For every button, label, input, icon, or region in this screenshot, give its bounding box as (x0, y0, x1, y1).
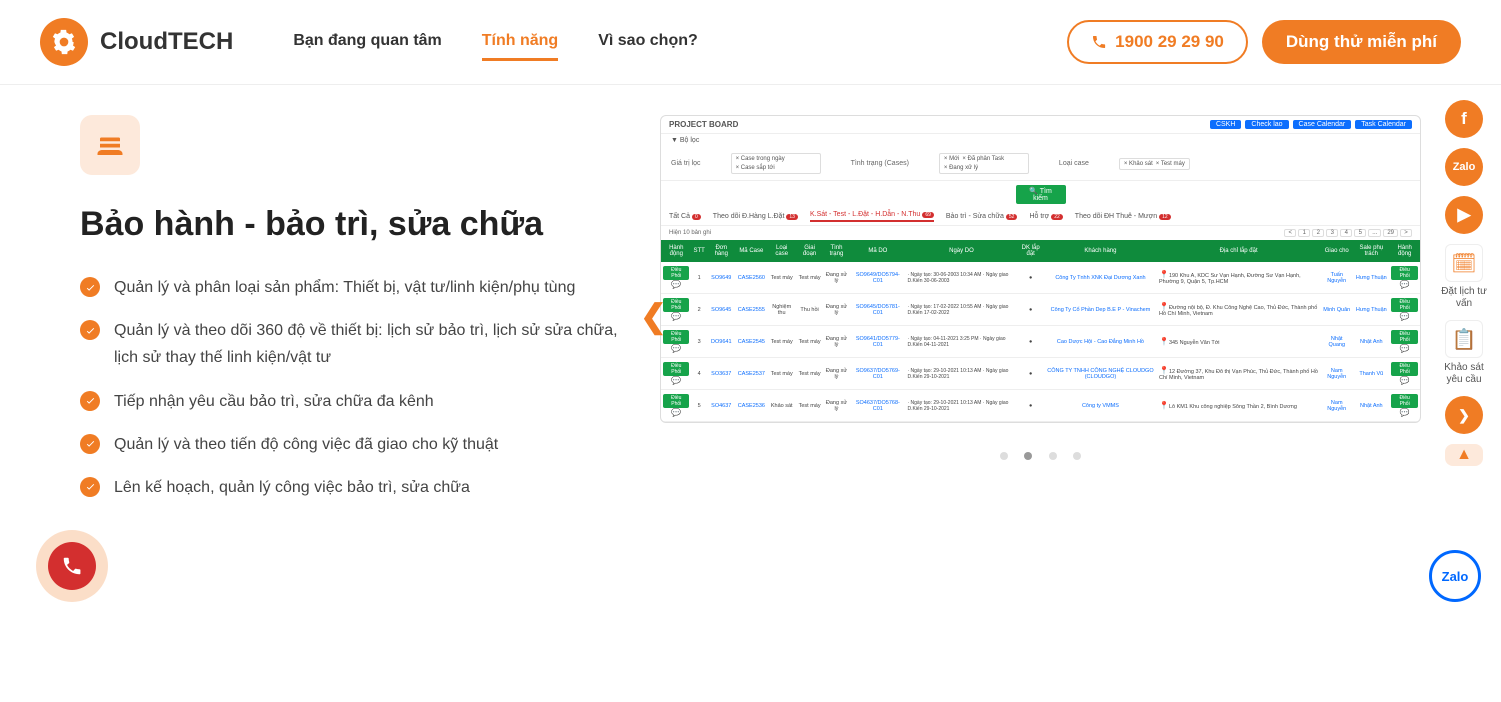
calendar-icon: 🗓 (1445, 244, 1483, 282)
filter-tags-1[interactable]: × Case trong ngày× Case sắp tới (731, 153, 821, 174)
check-icon (80, 477, 100, 497)
ss-tab[interactable]: Bảo trì - Sửa chữa52 (946, 211, 1018, 222)
ss-tab[interactable]: K.Sát - Test - L.Đặt - H.Dẫn - N.Thu69 (810, 211, 934, 222)
check-icon (80, 391, 100, 411)
nav-item-0[interactable]: Bạn đang quan tâm (293, 24, 441, 61)
site-header: CloudTECH Bạn đang quan tâm Tính năng Vì… (0, 0, 1501, 85)
screenshot-panel: ❮ PROJECT BOARD CSKH Check lao Case Cale… (660, 115, 1421, 517)
survey-widget[interactable]: 📋 Khảo sát yêu cầu (1439, 320, 1489, 386)
header-actions: 1900 29 29 90 Dùng thử miễn phí (1067, 20, 1461, 64)
ss-toolbar: Hiện 10 bản ghi <12345...29> (661, 226, 1420, 240)
feature-title: Bảo hành - bảo trì, sửa chữa (80, 205, 620, 244)
side-rail: f Zalo ▶ 🗓 Đặt lịch tư vấn 📋 Khảo sát yê… (1439, 100, 1489, 466)
logo[interactable]: CloudTECH (40, 18, 233, 66)
phone-icon (61, 555, 83, 577)
ss-tab[interactable]: Tất Cả0 (669, 211, 701, 222)
chevron-right-icon[interactable]: ❯ (1445, 396, 1483, 434)
table-row: Điều Phối💬 3DO9641CASE2545Test máyTest m… (661, 326, 1420, 358)
ss-tab[interactable]: Hỗ trợ22 (1029, 211, 1062, 222)
check-icon (80, 277, 100, 297)
ss-btn[interactable]: CSKH (1210, 120, 1241, 129)
ss-thead: Hành độngSTTĐơn hàngMã CaseLoại caseGiai… (661, 240, 1420, 262)
filter-tags-2[interactable]: × Mới× Đã phân Task× Đang xử lý (939, 153, 1029, 174)
ss-btn[interactable]: Check lao (1245, 120, 1288, 129)
ss-top-buttons: CSKH Check lao Case Calendar Task Calend… (1210, 120, 1412, 129)
bullet-item: Lên kế hoạch, quản lý công việc bảo trì,… (80, 474, 620, 501)
paging-label: Hiện 10 bản ghi (669, 230, 711, 236)
call-float-button[interactable] (36, 530, 108, 602)
feature-bullets: Quản lý và phân loại sản phẩm: Thiết bị,… (80, 274, 620, 501)
ss-btn[interactable]: Case Calendar (1293, 120, 1352, 129)
bullet-item: Quản lý và theo dõi 360 độ về thiết bị: … (80, 317, 620, 371)
app-screenshot: PROJECT BOARD CSKH Check lao Case Calend… (660, 115, 1421, 423)
check-icon (80, 434, 100, 454)
ss-tab[interactable]: Theo dõi Đ.Hàng L.Đặt13 (713, 211, 798, 222)
check-icon (80, 320, 100, 340)
ss-tabs: Tất Cả0 Theo dõi Đ.Hàng L.Đặt13 K.Sát - Te… (661, 208, 1420, 226)
filter-tags-3[interactable]: × Khảo sát× Test máy (1119, 158, 1190, 170)
dot[interactable] (1024, 452, 1032, 460)
logo-icon (40, 18, 88, 66)
ss-table: Hành độngSTTĐơn hàngMã CaseLoại caseGiai… (661, 240, 1420, 422)
prev-slide-button[interactable]: ❮ (640, 297, 667, 335)
dot[interactable] (1049, 452, 1057, 460)
clipboard-icon: 📋 (1445, 320, 1483, 358)
scroll-top-button[interactable]: ▲ (1445, 444, 1483, 466)
ss-tab[interactable]: Theo dõi ĐH Thuê - Mượn12 (1075, 211, 1171, 222)
facebook-button[interactable]: f (1445, 100, 1483, 138)
table-row: Điều Phối💬 2SO9645CASE2555Nghiệm thuThu … (661, 294, 1420, 326)
logo-text: CloudTECH (100, 28, 233, 56)
slide-dots (660, 447, 1421, 465)
schedule-widget[interactable]: 🗓 Đặt lịch tư vấn (1439, 244, 1489, 310)
table-row: Điều Phối💬 1SO9649CASE2560Test máyTest m… (661, 262, 1420, 294)
ss-top-bar: PROJECT BOARD CSKH Check lao Case Calend… (661, 116, 1420, 134)
bullet-item: Tiếp nhận yêu cầu bảo trì, sửa chữa đa k… (80, 388, 620, 415)
bullet-item: Quản lý và phân loại sản phẩm: Thiết bị,… (80, 274, 620, 301)
nav-item-1[interactable]: Tính năng (482, 24, 558, 61)
ss-tbody: Điều Phối💬 1SO9649CASE2560Test máyTest m… (661, 262, 1420, 422)
phone-button[interactable]: 1900 29 29 90 (1067, 20, 1248, 64)
main-content: Bảo hành - bảo trì, sửa chữa Quản lý và … (0, 85, 1501, 517)
phone-number: 1900 29 29 90 (1115, 32, 1224, 52)
youtube-button[interactable]: ▶ (1445, 196, 1483, 234)
ss-pager[interactable]: <12345...29> (1284, 229, 1412, 237)
table-row: Điều Phối💬 4SO3637CASE2537Test máyTest m… (661, 358, 1420, 390)
ss-filter-toggle[interactable]: ▼ Bộ lọc (661, 134, 1420, 147)
ss-title: PROJECT BOARD (669, 120, 738, 129)
ss-btn[interactable]: Task Calendar (1355, 120, 1412, 129)
dot[interactable] (1073, 452, 1081, 460)
ss-filters: Giá trị lọc × Case trong ngày× Case sắp … (661, 147, 1420, 181)
dot[interactable] (1000, 452, 1008, 460)
feature-box-icon (80, 115, 140, 175)
zalo-button[interactable]: Zalo (1445, 148, 1483, 186)
ss-search-button[interactable]: 🔍 Tìm kiếm (1016, 185, 1066, 204)
main-nav: Bạn đang quan tâm Tính năng Vì sao chọn? (293, 24, 697, 61)
table-row: Điều Phối💬 5SO4637CASE2536Khảo sátTest m… (661, 390, 1420, 422)
zalo-float-button[interactable]: Zalo (1429, 550, 1481, 602)
feature-panel: Bảo hành - bảo trì, sửa chữa Quản lý và … (80, 115, 620, 517)
nav-item-2[interactable]: Vì sao chọn? (598, 24, 698, 61)
bullet-item: Quản lý và theo tiến độ công việc đã gia… (80, 431, 620, 458)
trial-button[interactable]: Dùng thử miễn phí (1262, 20, 1461, 64)
phone-icon (1091, 34, 1107, 50)
